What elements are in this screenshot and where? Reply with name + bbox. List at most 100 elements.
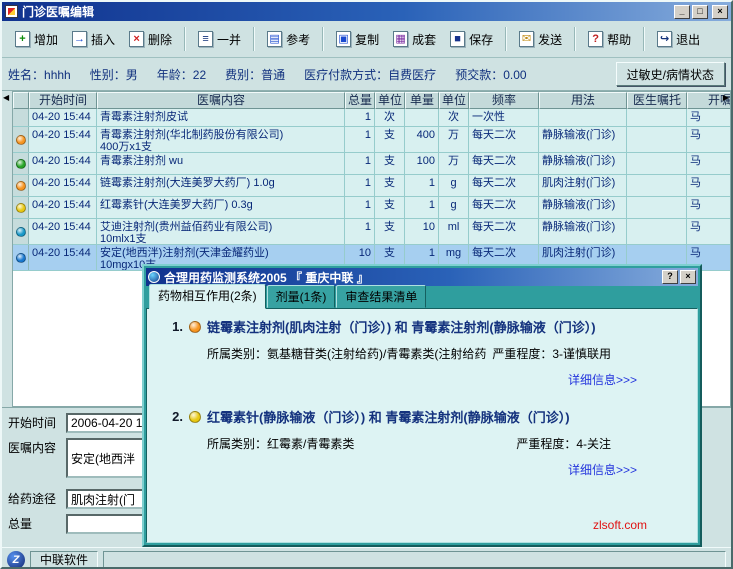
status-dot-cyan: [16, 227, 26, 237]
table-scroll-left-icon[interactable]: ◀: [3, 94, 9, 102]
dialog-tab-1[interactable]: 剂量(1条): [267, 285, 336, 308]
patient-fields: 姓名：hhhh性别：男年龄：22费别：普通医疗付款方式：自费医疗预交款：0.00: [8, 66, 610, 83]
detail-link[interactable]: 详细信息>>>: [568, 373, 637, 387]
table-row[interactable]: 04-20 15:44红霉素针(大连美罗大药厂) 0.3g1支1g每天二次静脉输…: [13, 197, 731, 219]
column-header[interactable]: 医生嘱托: [627, 92, 687, 109]
table-cell: g: [439, 197, 469, 218]
dialog-icon: [148, 271, 160, 283]
patient-field: 费别：普通: [225, 66, 285, 83]
table-cell: 一次性: [469, 109, 539, 126]
dialog-tab-0[interactable]: 药物相互作用(2条): [149, 284, 266, 309]
dialog-close-button[interactable]: ×: [680, 270, 696, 284]
table-cell: 04-20 15:44: [29, 219, 97, 244]
column-header-marker[interactable]: [13, 92, 29, 109]
detail-link[interactable]: 详细信息>>>: [568, 463, 637, 477]
column-header[interactable]: 单位: [439, 92, 469, 109]
close-button[interactable]: ×: [712, 5, 728, 19]
toolbar-button-merge[interactable]: ≡一并: [191, 25, 248, 53]
patient-field-value: 22: [193, 68, 206, 82]
patient-field: 性别：男: [90, 66, 138, 83]
table-cell: [627, 127, 687, 152]
table-row[interactable]: 04-20 15:44青霉素注射剂皮试1次次一次性马: [13, 109, 731, 127]
column-header[interactable]: 频率: [469, 92, 539, 109]
column-header[interactable]: 单量: [405, 92, 439, 109]
toolbar-button-delete[interactable]: ×删除: [122, 25, 179, 53]
toolbar-separator: [505, 27, 507, 51]
maximize-button[interactable]: □: [692, 5, 708, 19]
patient-field-value: 0.00: [503, 68, 526, 82]
interaction-list: 1.链霉素注射剂(肌肉注射（门诊）) 和 青霉素注射剂(静脉输液（门诊）)所属类…: [155, 317, 689, 479]
toolbar-button-add[interactable]: +增加: [8, 25, 65, 53]
titlebar[interactable]: 门诊医嘱编辑 _ □ ×: [2, 2, 731, 21]
set-icon: ▦: [393, 31, 408, 47]
interaction-panel: 1.链霉素注射剂(肌肉注射（门诊）) 和 青霉素注射剂(静脉输液（门诊）)所属类…: [146, 308, 698, 543]
toolbar-button-label: 退出: [676, 31, 700, 48]
toolbar-button-set[interactable]: ▦成套: [386, 25, 443, 53]
patient-field-label: 预交款：: [455, 68, 503, 82]
table-row[interactable]: 04-20 15:44青霉素注射剂 wu1支100万每天二次静脉输液(门诊)马: [13, 153, 731, 175]
table-cell: 04-20 15:44: [29, 175, 97, 196]
column-header[interactable]: 开始时间: [29, 92, 97, 109]
toolbar-button-label: 一并: [217, 31, 241, 48]
toolbar-button-save[interactable]: ■保存: [443, 25, 500, 53]
dialog-title: 合理用药监测系统2005 『 重庆中联 』: [164, 269, 658, 286]
table-cell: 10: [405, 219, 439, 244]
app-window: 门诊医嘱编辑 _ □ × +增加→插入×删除≡一并▤参考▣复制▦成套■保存✉发送…: [0, 0, 733, 569]
table-cell: 万: [439, 153, 469, 174]
table-cell: 马: [687, 127, 731, 152]
table-cell: 肌肉注射(门诊): [539, 175, 627, 196]
interaction-category: 所属类别：氨基糖苷类(注射给药)/青霉素类(注射给药: [207, 345, 486, 362]
table-cell: 1: [345, 197, 375, 218]
status-dot-orange: [16, 135, 26, 145]
table-cell: 青霉素注射剂 wu: [97, 153, 345, 174]
dialog-help-button[interactable]: ?: [662, 270, 678, 284]
table-scroll-right-icon[interactable]: ▶: [723, 94, 729, 102]
patient-field-value: 男: [126, 68, 138, 82]
table-cell: 每天二次: [469, 153, 539, 174]
patient-field-value: hhhh: [44, 68, 71, 82]
toolbar-button-send[interactable]: ✉发送: [512, 25, 569, 53]
patient-field-label: 医疗付款方式：: [304, 68, 388, 82]
table-row[interactable]: 04-20 15:44链霉素注射剂(大连美罗大药厂) 1.0g1支1g每天二次肌…: [13, 175, 731, 197]
minimize-button[interactable]: _: [674, 5, 690, 19]
interaction-meta: 所属类别：氨基糖苷类(注射给药)/青霉素类(注射给药严重程度：3-谨慎联用: [163, 336, 689, 362]
toolbar-button-exit[interactable]: ↪退出: [650, 25, 707, 53]
status-dot-green: [16, 159, 26, 169]
column-header[interactable]: 总量: [345, 92, 375, 109]
dialog-tab-2[interactable]: 审查结果清单: [336, 285, 426, 308]
toolbar-separator: [574, 27, 576, 51]
table-cell: 青霉素注射剂皮试: [97, 109, 345, 126]
column-header[interactable]: 医嘱内容: [97, 92, 345, 109]
toolbar-button-reference[interactable]: ▤参考: [260, 25, 317, 53]
table-row[interactable]: 04-20 15:44青霉素注射剂(华北制药股份有限公司) 400万x1支1支4…: [13, 127, 731, 153]
table-cell: 次: [439, 109, 469, 126]
column-header[interactable]: 单位: [375, 92, 405, 109]
toolbar-separator: [643, 27, 645, 51]
table-cell: 支: [375, 175, 405, 196]
row-status-cell: [13, 175, 29, 196]
table-cell: 支: [375, 197, 405, 218]
toolbar-button-help[interactable]: ?帮助: [581, 25, 638, 53]
table-cell: 马: [687, 219, 731, 244]
allergy-history-button[interactable]: 过敏史/病情状态: [616, 62, 725, 86]
toolbar-button-label: 成套: [412, 31, 436, 48]
table-cell: 1: [345, 219, 375, 244]
status-dot-orange: [189, 321, 201, 333]
insert-icon: →: [72, 31, 87, 47]
window-title: 门诊医嘱编辑: [22, 3, 674, 20]
drug-monitor-dialog: 合理用药监测系统2005 『 重庆中联 』 ? × 药物相互作用(2条)剂量(1…: [142, 264, 702, 547]
statusbar-panel: [103, 551, 726, 569]
toolbar-button-insert[interactable]: →插入: [65, 25, 122, 53]
toolbar-button-label: 增加: [34, 31, 58, 48]
toolbar-button-label: 插入: [91, 31, 115, 48]
toolbar-button-copy[interactable]: ▣复制: [329, 25, 386, 53]
help-icon: ?: [588, 31, 603, 47]
table-row[interactable]: 04-20 15:44艾迪注射剂(贵州益佰药业有限公司) 10mlx1支1支10…: [13, 219, 731, 245]
table-cell: [405, 109, 439, 126]
table-cell: 1: [345, 127, 375, 152]
table-cell: 1: [405, 175, 439, 196]
table-cell: 1: [345, 153, 375, 174]
column-header[interactable]: 用法: [539, 92, 627, 109]
interaction-link-row: 详细信息>>>: [163, 452, 689, 479]
zlsoft-watermark: zlsoft.com: [593, 518, 647, 532]
